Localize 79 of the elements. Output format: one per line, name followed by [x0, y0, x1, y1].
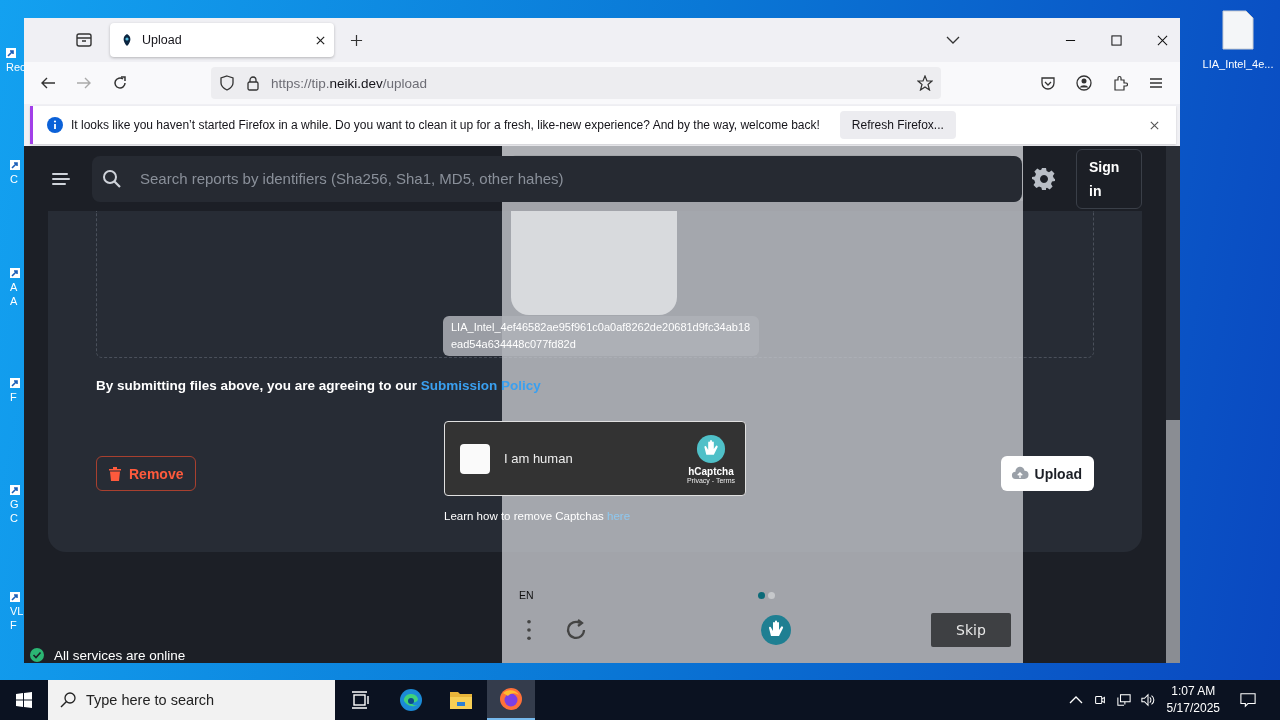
- shortcut-icon[interactable]: [6, 48, 16, 58]
- shortcut-icon[interactable]: [10, 160, 20, 170]
- page-dot[interactable]: [757, 591, 765, 599]
- captcha-brand: hCaptcha: [688, 465, 734, 477]
- meet-icon[interactable]: [1092, 693, 1107, 707]
- desktop-icon-label: VL: [10, 604, 24, 618]
- desktop-icon-label: A: [10, 294, 18, 308]
- plus-icon[interactable]: [350, 33, 363, 47]
- task-view-icon[interactable]: [350, 690, 370, 710]
- notification-message: It looks like you haven’t started Firefox in a while. Do you want to clean it up for a fresh, like-new experience? And by the way, welcome back!: [71, 118, 820, 132]
- shortcut-icon[interactable]: [10, 485, 20, 495]
- search-icon: [60, 692, 76, 708]
- desktop-icon-label: F: [10, 390, 17, 404]
- scrollbar[interactable]: [1166, 146, 1180, 663]
- remove-button[interactable]: Remove: [96, 456, 197, 491]
- windows-logo-icon[interactable]: [16, 692, 32, 708]
- hamburger-menu-icon[interactable]: [52, 171, 70, 186]
- close-icon[interactable]: [1157, 34, 1168, 46]
- shortcut-icon[interactable]: [10, 592, 20, 602]
- reload-icon[interactable]: [112, 75, 128, 91]
- refresh-firefox-button[interactable]: Refresh Firefox...: [839, 111, 956, 139]
- lock-icon[interactable]: [245, 75, 261, 91]
- browser-tab[interactable]: Upload: [110, 23, 334, 57]
- back-arrow-icon[interactable]: [40, 75, 56, 91]
- captcha-label: I am human: [504, 451, 573, 466]
- desktop-icon-label: C: [10, 172, 18, 186]
- desktop-icon-label: F: [10, 618, 17, 632]
- network-icon[interactable]: [1116, 693, 1131, 707]
- captcha-checkbox[interactable]: [460, 443, 490, 474]
- close-icon[interactable]: [315, 34, 326, 46]
- desktop-icon-label: G: [10, 497, 19, 511]
- tab-title: Upload: [142, 33, 183, 47]
- page-dot[interactable]: [767, 591, 775, 599]
- shortcut-icon[interactable]: [10, 268, 20, 278]
- desktop-icon-label: LIA_Intel_4e...: [1202, 58, 1274, 70]
- cloud-upload-icon: [1010, 466, 1029, 481]
- upload-button[interactable]: Upload: [1000, 456, 1094, 491]
- account-icon[interactable]: [1076, 75, 1092, 91]
- skip-button[interactable]: Skip: [931, 613, 1011, 647]
- settings-icon[interactable]: [1032, 166, 1056, 191]
- search-field[interactable]: Search reports by identifiers (Sha256, Sha1, MD5, other hahes): [92, 155, 1022, 202]
- menu-icon[interactable]: [1148, 75, 1164, 91]
- hand-logo-icon: [760, 614, 792, 646]
- filename-tooltip: LIA_Intel_4ef46582ae95f961c0a0af8262de20681d9fc34ab18ead54a634448c077fd82d: [443, 316, 759, 356]
- pocket-icon[interactable]: [1040, 75, 1056, 91]
- chevron-down-icon[interactable]: [946, 36, 960, 44]
- address-bar[interactable]: https://tip.neiki.dev/upload: [211, 67, 941, 99]
- edge-browser-icon: [399, 688, 423, 712]
- trash-icon: [109, 466, 121, 481]
- maximize-icon[interactable]: [1111, 34, 1122, 46]
- clock-date[interactable]: 5/17/2025: [1166, 700, 1220, 717]
- tab-list-icon[interactable]: [75, 31, 93, 49]
- desktop-icon-label: A: [10, 280, 18, 294]
- taskbar-search-field[interactable]: Type here to search: [48, 680, 335, 720]
- desktop-icon-label: Rec: [6, 60, 26, 74]
- hand-logo-icon: [695, 433, 726, 464]
- sign-in-button[interactable]: Sign in: [1076, 148, 1142, 209]
- notifications-icon[interactable]: [1240, 692, 1256, 708]
- url-text: https://tip.neiki.dev/upload: [271, 75, 428, 91]
- desktop-icon-label: C: [10, 511, 18, 525]
- more-options-icon[interactable]: [526, 619, 532, 641]
- close-icon[interactable]: [1149, 119, 1160, 131]
- file-icon[interactable]: [1222, 10, 1254, 50]
- volume-icon[interactable]: [1140, 693, 1155, 707]
- submission-policy-link[interactable]: Submission Policy: [420, 378, 541, 393]
- language-label[interactable]: EN: [519, 589, 534, 601]
- info-icon: [47, 117, 63, 133]
- firefox-browser-icon: [499, 687, 523, 711]
- status-text: All services are online: [54, 647, 186, 663]
- shortcut-icon[interactable]: [10, 378, 20, 388]
- shield-icon[interactable]: [219, 75, 235, 91]
- star-icon[interactable]: [917, 75, 933, 91]
- puzzle-icon[interactable]: [1112, 75, 1128, 91]
- refresh-icon[interactable]: [564, 618, 588, 642]
- clock-time[interactable]: 1:07 AM: [1171, 683, 1216, 700]
- challenge-image-tile[interactable]: [511, 211, 677, 315]
- taskbar-app-button[interactable]: [487, 680, 535, 720]
- search-icon: [102, 168, 122, 189]
- agreement-text: By submitting files above, you are agreeing to our Submission Policy: [96, 378, 542, 393]
